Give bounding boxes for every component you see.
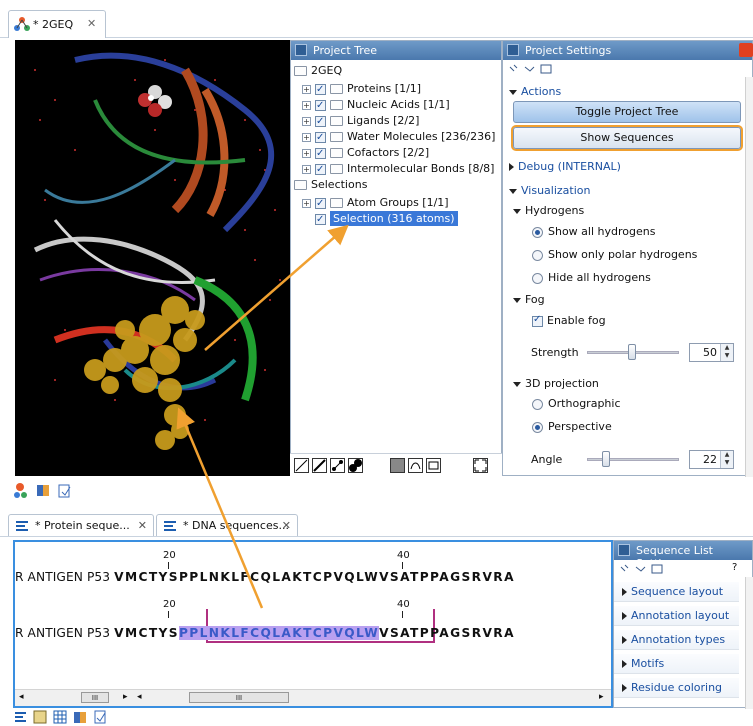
annotation-arrows [176,224,349,609]
